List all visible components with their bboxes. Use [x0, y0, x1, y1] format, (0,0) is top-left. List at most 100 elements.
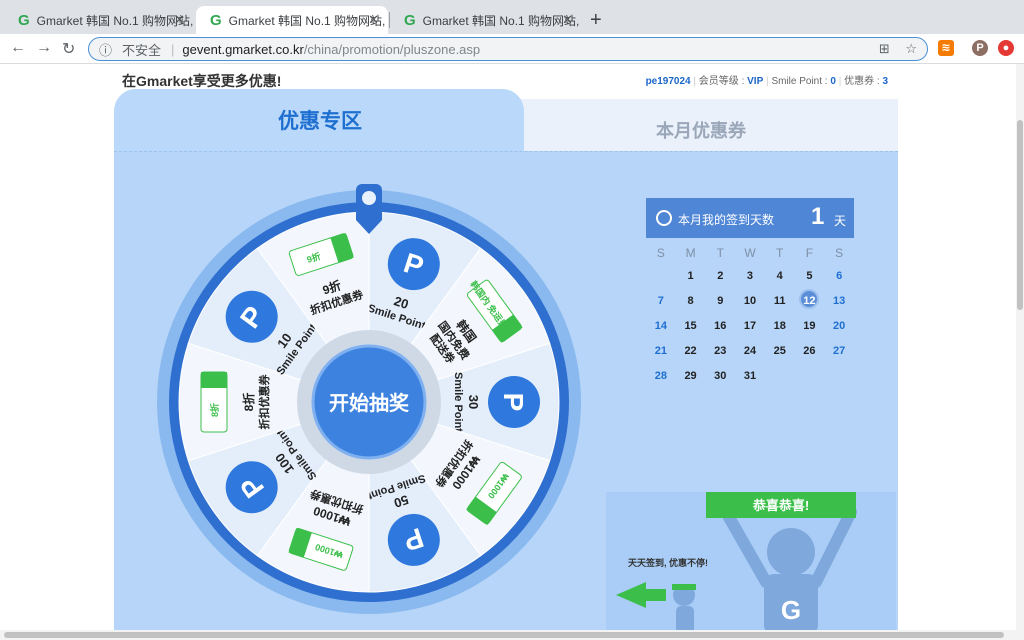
calendar-day: 28	[654, 370, 667, 382]
checkin-calendar: 本月我的签到天数 1 天 S M T W T F S 1 2 3 4 5 6 7 8 9 10 11 12 13 14 1…	[646, 198, 854, 389]
tab-monthly-coupons-label: 本月优惠券	[656, 121, 746, 141]
gmarket-favicon-icon: G	[210, 11, 222, 29]
calendar-day: 7	[657, 295, 664, 307]
url-host: gevent.gmarket.co.kr	[182, 41, 304, 57]
info-icon[interactable]: ⓘ	[99, 40, 112, 59]
calendar-day: 16	[714, 320, 727, 332]
promo-header: 在Gmarket享受更多优惠! pe197024 | 会员等级 : VIP | …	[118, 68, 896, 90]
calendar-day: 21	[654, 345, 667, 357]
smile-point-value: 0	[830, 76, 836, 87]
wheel-pointer-knob	[362, 191, 376, 205]
weekday-header: W	[744, 246, 756, 260]
url-separator: |	[171, 41, 175, 57]
coupon-count: 3	[882, 76, 888, 87]
browser-tab-1[interactable]: G Gmarket 韩国 No.1 购物网站, 提 ✕	[4, 6, 194, 34]
star-icon[interactable]: ☆	[905, 41, 917, 56]
extension-stop-icon[interactable]: ●	[998, 40, 1014, 56]
vertical-scrollbar[interactable]	[1016, 64, 1024, 630]
profile-avatar[interactable]: P	[972, 40, 988, 56]
gmarket-favicon-icon: G	[404, 11, 416, 29]
browser-tab-title: Gmarket 韩国 No.1 购物网站, 提	[36, 13, 194, 28]
calendar-empty-cell	[646, 264, 676, 289]
weekday-header: T	[716, 246, 724, 260]
browser-tab-3[interactable]: G Gmarket 韩国 No.1 购物网站, 提 ✕	[390, 6, 582, 34]
url-path: /china/promotion/pluszone.asp	[303, 41, 481, 57]
calendar-day: 4	[776, 270, 783, 282]
promo-panel: 优惠专区 本月优惠券 本月我的签到天数 1 天 SMTWTFS123456789…	[114, 89, 898, 630]
user-info: pe197024 | 会员等级 : VIP | Smile Point : 0 …	[645, 76, 888, 87]
calendar-day: 13	[833, 295, 846, 307]
close-icon[interactable]: ✕	[174, 12, 185, 28]
calendar-day: 6	[836, 270, 843, 282]
address-bar[interactable]: ⓘ 不安全 | gevent.gmarket.co.kr /china/prom…	[88, 37, 928, 61]
calendar-day: 18	[773, 320, 786, 332]
mascot-headband	[672, 584, 696, 590]
coupon-g-badge-icon	[201, 372, 227, 388]
congrats-banner-text: 恭喜恭喜!	[752, 498, 809, 513]
calendar-day: 11	[773, 295, 786, 307]
calendar-day: 20	[833, 320, 846, 332]
page-content: 在Gmarket享受更多优惠! pe197024 | 会员等级 : VIP | …	[0, 64, 1016, 630]
calendar-day: 1	[687, 270, 694, 282]
gmarket-logo-g: G	[781, 595, 801, 625]
calendar-day: 31	[743, 370, 757, 382]
calendar-day: 19	[803, 320, 816, 332]
forward-arrow-icon[interactable]: →	[36, 39, 52, 57]
calendar-day: 14	[654, 320, 667, 332]
calendar-title: 本月我的签到天数	[678, 213, 775, 227]
calendar-day: 23	[714, 345, 727, 357]
close-icon[interactable]: ✕	[562, 12, 573, 28]
browser-tab-2[interactable]: G Gmarket 韩国 No.1 购物网站, 提 ✕	[196, 6, 388, 34]
panel-body: 本月我的签到天数 1 天 S M T W T F S 1 2 3 4 5 6 7 8 9 10 11 12 13 14 1…	[114, 151, 898, 630]
close-icon[interactable]: ✕	[368, 12, 379, 28]
checkin-days-count: 1	[811, 203, 825, 230]
prize-type: 折扣优惠券	[257, 374, 271, 430]
translate-icon[interactable]: ⊞	[879, 41, 890, 56]
start-lottery-label: 开始抽奖	[329, 391, 410, 415]
calendar-day: 22	[684, 345, 697, 357]
promo-heading: 在Gmarket享受更多优惠!	[122, 73, 282, 89]
calendar-day: 26	[803, 345, 816, 357]
new-tab-button[interactable]: +	[590, 9, 602, 32]
checkin-days-unit: 天	[834, 214, 847, 228]
weekday-header: S	[835, 246, 844, 260]
calendar-day: 24	[743, 345, 757, 357]
calendar-day: 8	[687, 295, 694, 307]
weekday-header: S	[656, 246, 665, 260]
coupon-label: 优惠券 :	[844, 76, 883, 87]
browser-tab-title: Gmarket 韩国 No.1 购物网站, 提	[228, 13, 388, 28]
promo-tabs: 优惠专区 本月优惠券	[114, 89, 898, 151]
reload-icon[interactable]: ↻	[62, 39, 75, 59]
gmarket-favicon-icon: G	[18, 11, 30, 29]
back-arrow-icon[interactable]: ←	[10, 39, 26, 57]
weekday-header: M	[685, 246, 696, 260]
horizontal-scrollbar[interactable]	[0, 630, 1024, 640]
smile-point-label: Smile Point :	[771, 76, 831, 87]
mascot-slogan: 天天签到, 优惠不停!	[628, 557, 708, 568]
insecure-label: 不安全	[122, 42, 162, 58]
user-id[interactable]: pe197024	[646, 76, 691, 87]
prize-unit: Smile Point	[452, 372, 464, 432]
tab-offers-zone-label: 优惠专区	[278, 110, 362, 133]
weekday-header: F	[805, 246, 814, 260]
today-marker: 12	[799, 289, 820, 309]
browser-toolbar: ← → ↻ ⓘ 不安全 | gevent.gmarket.co.kr /chin…	[0, 34, 1024, 64]
calendar-day: 15	[684, 320, 697, 332]
calendar-header: 本月我的签到天数 1 天	[646, 198, 854, 238]
calendar-day: 9	[717, 295, 724, 307]
coupon-card-text: 8折	[209, 403, 220, 417]
calendar-day: 27	[833, 345, 846, 357]
vertical-scroll-thumb[interactable]	[1017, 120, 1023, 310]
calendar-day: 30	[714, 370, 727, 382]
clock-icon	[656, 210, 672, 226]
browser-tab-title: Gmarket 韩国 No.1 购物网站, 提	[422, 13, 582, 28]
calendar-day: 10	[743, 295, 757, 307]
rss-extension-icon[interactable]: ≋	[938, 40, 954, 56]
horizontal-scroll-thumb[interactable]	[4, 632, 1004, 638]
member-level-label: 会员等级 :	[698, 76, 748, 87]
calendar-day: 17	[743, 320, 757, 332]
member-level: VIP	[747, 76, 764, 87]
calendar-day: 25	[773, 345, 786, 357]
calendar-day: 5	[806, 270, 813, 282]
calendar-day: 3	[746, 270, 754, 282]
